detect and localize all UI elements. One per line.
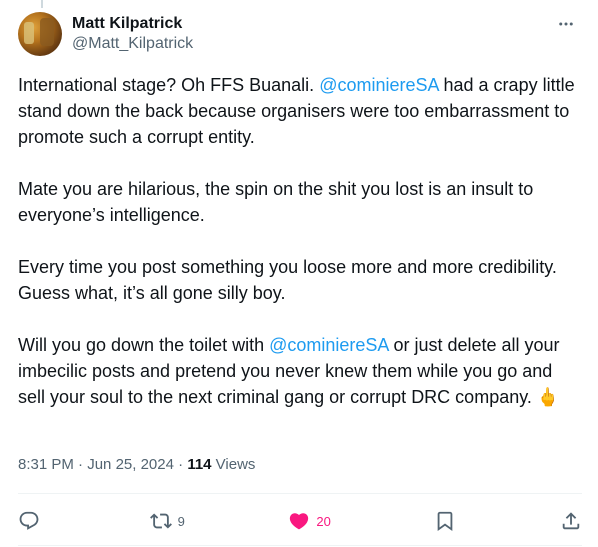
post-text-segment: International stage? Oh FFS Buanali. [18,75,320,95]
author-names: Matt Kilpatrick @Matt_Kilpatrick [72,14,193,54]
post-date[interactable]: Jun 25, 2024 [87,456,174,473]
mention-link[interactable]: @cominiereSA [269,335,388,355]
meta-separator: · [173,456,188,473]
middle-finger-emoji: 🖕 [536,387,560,408]
post-text-segment: Will you go down the toilet with [18,335,270,355]
post-text-segment: Mate you are hilarious, the spin on the … [18,179,539,225]
like-button[interactable]: 20 [288,505,331,537]
thread-connector-line [41,0,43,8]
repost-button[interactable]: 9 [149,505,185,537]
share-button[interactable] [560,505,582,537]
more-horizontal-icon [559,22,573,26]
post-text-segment: Every time you post something you loose … [18,257,562,303]
like-count: 20 [316,513,331,529]
heart-filled-icon [290,513,309,530]
repost-count: 9 [177,513,185,529]
views-count[interactable]: 114 [187,456,211,473]
avatar[interactable] [18,12,62,56]
views-label: Views [211,456,256,473]
reply-button[interactable] [18,505,46,537]
post-meta: 8:31 PM · Jun 25, 2024 · 114 Views [18,455,255,475]
meta-separator: · [73,456,88,473]
post-text: International stage? Oh FFS Buanali. @co… [18,72,584,411]
author-handle[interactable]: @Matt_Kilpatrick [72,34,193,54]
post-header: Matt Kilpatrick @Matt_Kilpatrick [18,12,582,60]
action-bar: 9 20 [18,505,582,537]
author-display-name[interactable]: Matt Kilpatrick [72,14,193,34]
bookmark-button[interactable] [434,505,456,537]
reply-icon [19,511,39,530]
bookmark-icon [438,511,453,532]
mention-link[interactable]: @cominiereSA [319,75,438,95]
share-icon [562,512,580,530]
divider [18,493,582,494]
repost-icon [149,513,172,529]
post-time[interactable]: 8:31 PM [18,456,74,473]
divider [18,545,582,546]
more-options-button[interactable] [552,14,580,34]
